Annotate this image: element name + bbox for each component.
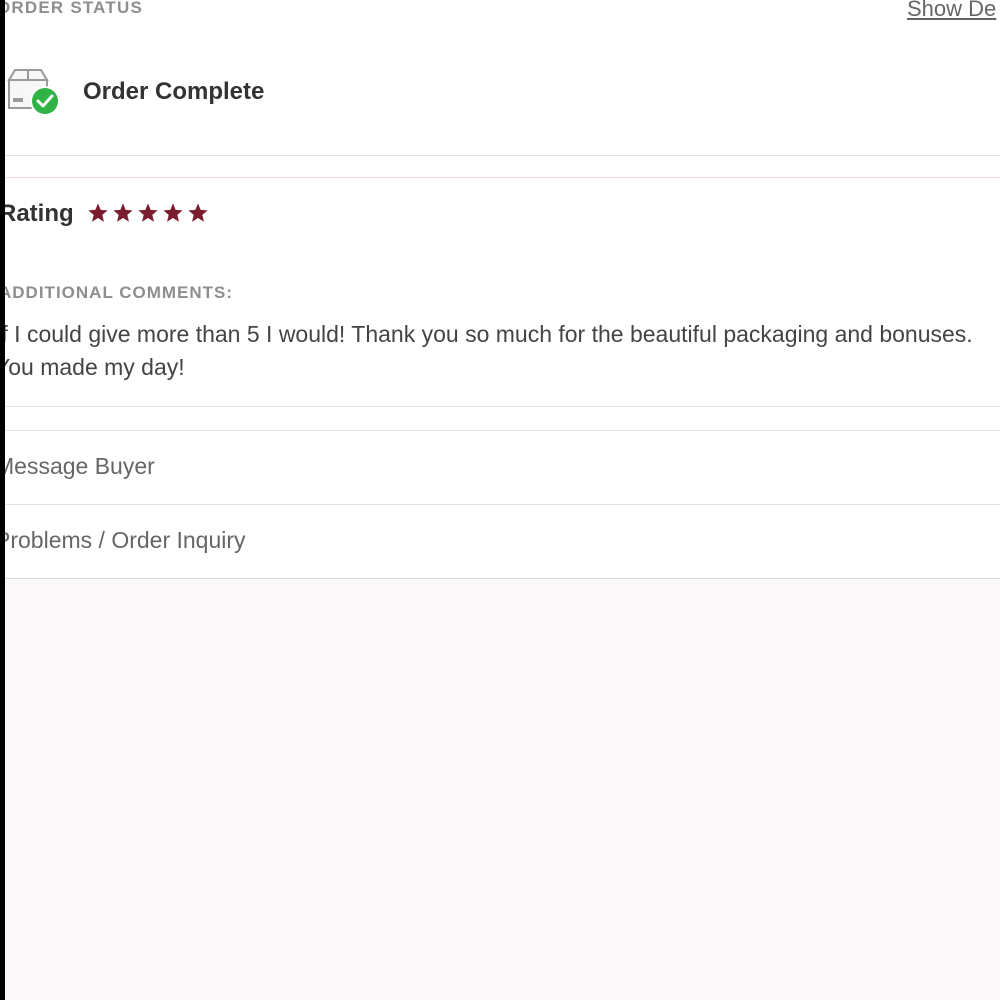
rating-label: Rating bbox=[5, 200, 74, 227]
order-inquiry-label: Problems / Order Inquiry bbox=[5, 527, 246, 553]
order-panel: ORDER STATUS Show De Order Complete Rati… bbox=[5, 0, 1000, 580]
star-icon bbox=[163, 203, 183, 222]
message-buyer-button[interactable]: Message Buyer bbox=[5, 431, 1000, 504]
order-status-row: Order Complete bbox=[5, 64, 1000, 120]
order-status-text: Order Complete bbox=[83, 78, 265, 105]
message-buyer-label: Message Buyer bbox=[5, 453, 155, 479]
order-inquiry-button[interactable]: Problems / Order Inquiry bbox=[5, 505, 1000, 578]
review-comment-text: If I could give more than 5 I would! Tha… bbox=[5, 321, 973, 380]
star-icon bbox=[188, 203, 208, 222]
divider bbox=[5, 177, 1000, 178]
show-details-link[interactable]: Show De bbox=[907, 0, 996, 22]
box-check-icon bbox=[7, 69, 60, 116]
divider bbox=[5, 406, 1000, 407]
star-rating bbox=[87, 202, 209, 224]
additional-comments-label: ADDITIONAL COMMENTS: bbox=[5, 283, 234, 302]
divider bbox=[5, 155, 1000, 156]
order-status-header: ORDER STATUS bbox=[5, 0, 143, 17]
star-icon bbox=[88, 203, 108, 222]
star-icon bbox=[138, 203, 158, 222]
order-detail-screen: ORDER STATUS Show De Order Complete Rati… bbox=[5, 0, 1000, 1000]
divider bbox=[5, 578, 1000, 579]
star-icon bbox=[113, 203, 133, 222]
